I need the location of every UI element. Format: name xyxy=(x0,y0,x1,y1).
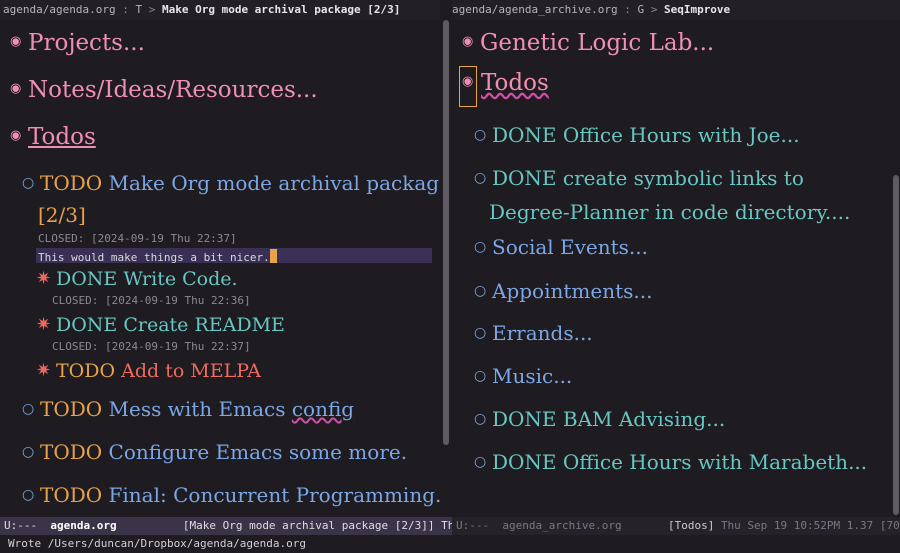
buffer-name: agenda_archive.org xyxy=(502,519,622,532)
item-symbolic-links-cont: Degree-Planner in code directory.... xyxy=(489,200,851,224)
echo-area: Wrote /Users/duncan/Dropbox/agenda/agend… xyxy=(8,537,307,550)
buffer-name: agenda.org xyxy=(50,519,117,532)
right-header-line: agenda/agenda_archive.org : G > SeqImpro… xyxy=(452,0,900,20)
todo-keyword: TODO xyxy=(40,171,103,195)
left-mode-line: U:--- agenda.org [Make Org mode archival… xyxy=(0,517,452,535)
ring-bullet-icon: ○ xyxy=(474,238,487,255)
star-bullet-icon: ✷ xyxy=(36,267,52,289)
heading-notes[interactable]: ◉ Notes/Ideas/Resources... xyxy=(10,77,318,103)
circle-bullet-icon: ◉ xyxy=(10,80,22,96)
buffer-state: U:--- xyxy=(4,519,38,532)
heading-todos[interactable]: ◉ Todos xyxy=(10,124,96,150)
ring-bullet-icon: ○ xyxy=(474,367,487,384)
ring-bullet-icon: ○ xyxy=(474,126,487,143)
todo-keyword: TODO xyxy=(40,440,103,464)
task-body-text[interactable]: This would make things a bit nicer. xyxy=(38,249,277,264)
ring-bullet-icon: ○ xyxy=(22,486,35,503)
ring-bullet-icon: ○ xyxy=(22,174,35,191)
closed-timestamp: CLOSED: [2024-09-19 Thu 22:37] xyxy=(52,340,251,353)
ring-bullet-icon: ○ xyxy=(474,169,487,186)
left-header-line: agenda/agenda.org : T > Make Org mode ar… xyxy=(0,0,440,20)
done-keyword: DONE xyxy=(56,314,118,336)
item-errands[interactable]: ○ Errands... xyxy=(474,321,593,345)
cursor-box: ◉ xyxy=(459,66,477,107)
item-office-hours-joe[interactable]: ○ DONE Office Hours with Joe... xyxy=(474,123,800,147)
ring-bullet-icon: ○ xyxy=(474,410,487,427)
buffer-state: U:--- xyxy=(456,519,490,532)
circle-bullet-icon: ◉ xyxy=(10,33,22,49)
right-scrollbar-thumb[interactable] xyxy=(893,175,899,515)
task-progress-cookie: [2/3] xyxy=(38,203,86,227)
task-title: Make Org mode archival package xyxy=(108,171,440,195)
heading-genetic-logic-lab[interactable]: ◉ Genetic Logic Lab... xyxy=(462,30,714,56)
mode-line-heading: [Make Org mode archival package [2/3]] xyxy=(182,519,435,532)
right-mode-line: U:--- agenda_archive.org [Todos] Thu Sep… xyxy=(452,517,900,535)
task-make-org-archival[interactable]: ○ TODO Make Org mode archival package xyxy=(22,171,440,195)
closed-timestamp: CLOSED: [2024-09-19 Thu 22:36] xyxy=(52,294,251,307)
closed-timestamp: CLOSED: [2024-09-19 Thu 22:37] xyxy=(38,232,237,245)
circle-bullet-icon: ◉ xyxy=(462,33,474,49)
right-file-path: agenda/agenda_archive.org xyxy=(452,3,618,16)
right-scrollbar[interactable] xyxy=(892,20,900,515)
ring-bullet-icon: ○ xyxy=(474,324,487,341)
item-music[interactable]: ○ Music... xyxy=(474,364,572,388)
left-scrollbar-thumb[interactable] xyxy=(443,20,449,445)
mode-line-time: Thu Sep 19 10: xyxy=(441,519,452,532)
right-breadcrumb-heading: SeqImprove xyxy=(663,3,731,16)
star-bullet-icon: ✷ xyxy=(36,359,52,381)
subtask-create-readme[interactable]: ✷ DONE Create README xyxy=(36,314,285,337)
left-breadcrumb-heading: Make Org mode archival package [2/3] xyxy=(161,3,401,16)
item-office-hours-marabeth[interactable]: ○ DONE Office Hours with Marabeth... xyxy=(474,450,867,474)
done-keyword: DONE xyxy=(56,268,118,290)
mode-line-heading: [Todos] xyxy=(667,519,715,532)
todo-keyword: TODO xyxy=(40,483,103,507)
task-configure-emacs[interactable]: ○ TODO Configure Emacs some more. xyxy=(22,440,407,464)
text-cursor xyxy=(269,249,277,263)
ring-bullet-icon: ○ xyxy=(22,443,35,460)
star-bullet-icon: ✷ xyxy=(36,313,52,335)
todo-keyword: TODO xyxy=(56,360,116,382)
spellcheck-word: config xyxy=(291,397,355,421)
item-appointments[interactable]: ○ Appointments... xyxy=(474,279,652,303)
item-symbolic-links[interactable]: ○ DONE create symbolic links to xyxy=(474,166,804,190)
task-mess-with-emacs[interactable]: ○ TODO Mess with Emacs config xyxy=(22,397,354,421)
task-final-concurrent[interactable]: ○ TODO Final: Concurrent Programming... xyxy=(22,483,440,507)
circle-bullet-icon: ◉ xyxy=(10,127,22,143)
right-window[interactable]: ◉ Genetic Logic Lab... ◉ Todos ○ DONE Offic… xyxy=(452,20,892,515)
ring-bullet-icon: ○ xyxy=(474,282,487,299)
left-scrollbar[interactable] xyxy=(442,20,450,515)
mode-line-time: Thu Sep 19 10:52PM 1.37 [70%] xyxy=(720,519,900,532)
subtask-write-code[interactable]: ✷ DONE Write Code. xyxy=(36,268,238,291)
subtask-add-to-melpa[interactable]: ✷ TODO Add to MELPA xyxy=(36,360,261,383)
heading-todos[interactable]: ◉ Todos xyxy=(459,66,549,107)
item-social-events[interactable]: ○ Social Events... xyxy=(474,235,648,259)
todo-keyword: TODO xyxy=(40,397,103,421)
heading-projects[interactable]: ◉ Projects... xyxy=(10,30,145,56)
circle-bullet-icon: ◉ xyxy=(462,73,474,89)
item-bam-advising[interactable]: ○ DONE BAM Advising... xyxy=(474,407,725,431)
left-window[interactable]: ◉ Projects... ◉ Notes/Ideas/Resources... ◉… xyxy=(0,20,440,515)
ring-bullet-icon: ○ xyxy=(22,400,35,417)
ring-bullet-icon: ○ xyxy=(474,453,487,470)
left-file-path: agenda/agenda.org xyxy=(3,3,116,16)
